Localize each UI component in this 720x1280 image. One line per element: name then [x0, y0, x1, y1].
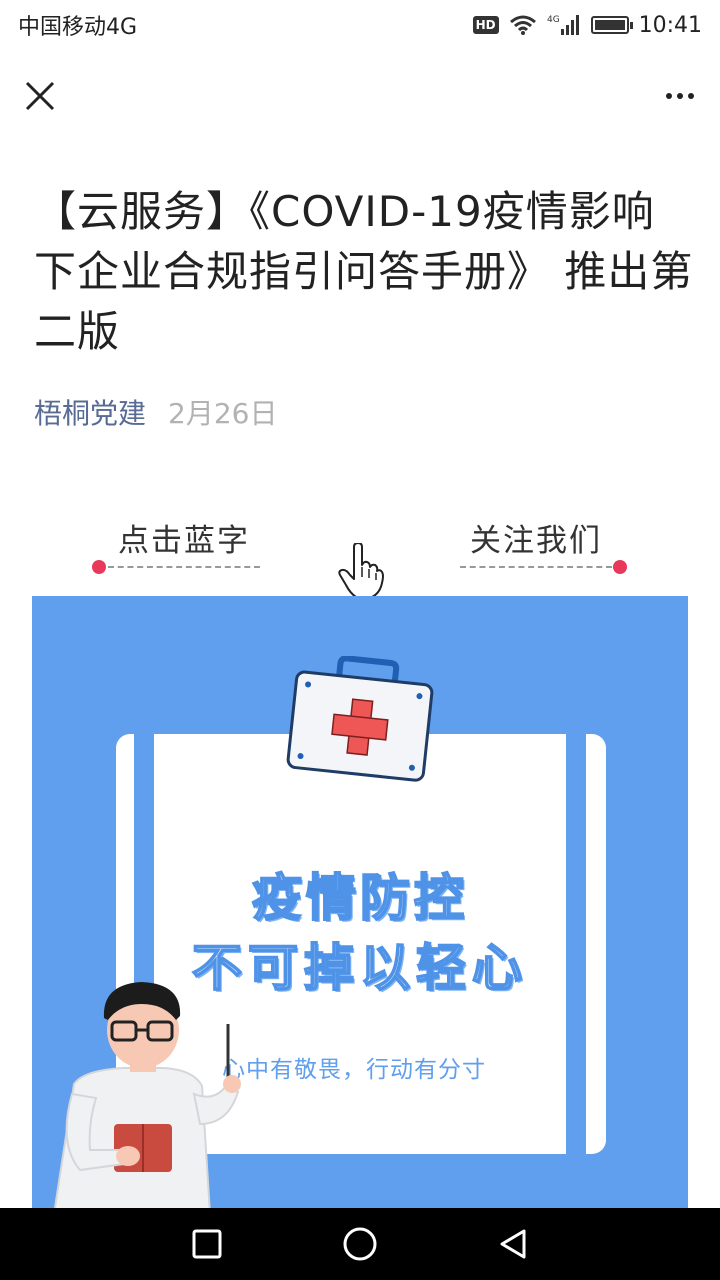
first-aid-kit-icon	[286, 656, 434, 782]
divider	[108, 566, 260, 568]
more-icon	[677, 93, 683, 99]
home-button[interactable]	[340, 1224, 380, 1264]
close-button[interactable]	[18, 74, 62, 118]
publish-date: 2月26日	[168, 397, 278, 430]
triangle-back-icon	[500, 1229, 526, 1259]
divider	[460, 566, 612, 568]
signal-icon: 4G	[547, 15, 579, 35]
author-link[interactable]: 梧桐党建	[34, 392, 146, 432]
status-bar: 中国移动4G HD 4G 10:41	[0, 0, 720, 50]
carrier-label: 中国移动4G	[18, 15, 138, 40]
time-label: 10:41	[638, 12, 702, 38]
pointing-hand-icon	[338, 543, 384, 598]
close-icon	[25, 81, 55, 111]
poster-headline-1: 疫情防控	[251, 868, 468, 928]
article-meta: 梧桐党建 2月26日	[34, 392, 277, 432]
dot-icon	[613, 560, 627, 574]
hd-icon: HD	[472, 16, 499, 34]
top-nav-bar	[0, 50, 720, 142]
follow-left-text: 点击蓝字	[118, 523, 250, 559]
status-icons: HD 4G 10:41	[472, 12, 702, 38]
battery-icon	[590, 16, 633, 34]
more-icon	[688, 93, 694, 99]
dot-icon	[92, 560, 106, 574]
svg-text:4G: 4G	[547, 15, 560, 25]
back-button[interactable]	[493, 1224, 533, 1264]
square-icon	[192, 1229, 222, 1259]
more-options-button[interactable]	[658, 74, 702, 118]
android-nav-bar	[0, 1208, 720, 1280]
poster-image: 疫情防控 不可掉以轻心 心中有敬畏，行动有分寸	[32, 596, 688, 1208]
circle-icon	[343, 1227, 377, 1261]
doctor-illustration	[53, 982, 241, 1208]
recent-apps-button[interactable]	[187, 1224, 227, 1264]
wifi-icon	[509, 15, 536, 35]
follow-right-text: 关注我们	[470, 523, 602, 559]
article-title: 【云服务】《COVID-19疫情影响下企业合规指引问答手册》 推出第二版	[34, 187, 694, 356]
more-icon	[666, 93, 672, 99]
